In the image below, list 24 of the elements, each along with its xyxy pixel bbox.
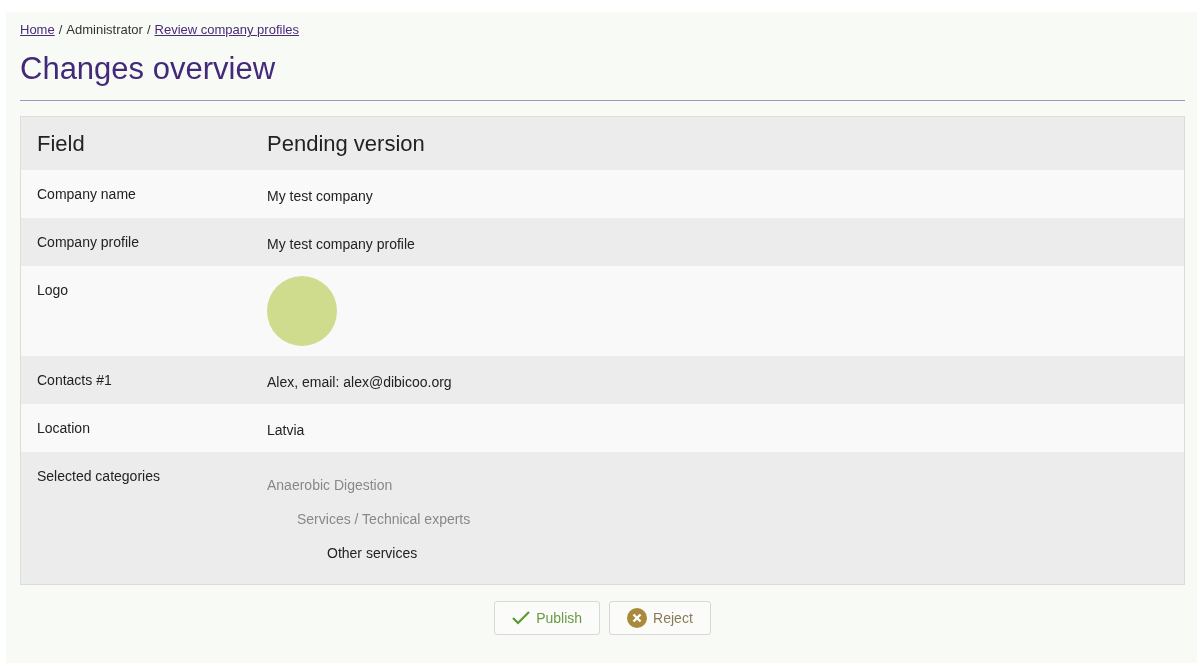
breadcrumb-separator: / bbox=[58, 21, 63, 39]
field-name: Selected categories bbox=[37, 467, 160, 485]
checkmark-icon bbox=[512, 611, 531, 625]
reject-button[interactable]: Reject bbox=[609, 601, 711, 635]
field-value: My test company bbox=[267, 187, 373, 205]
field-value: My test company profile bbox=[267, 235, 415, 253]
breadcrumb-link[interactable]: Home bbox=[20, 20, 55, 40]
field-name: Contacts #1 bbox=[37, 371, 112, 389]
breadcrumb-item: Administrator bbox=[66, 21, 143, 39]
field-name: Company profile bbox=[37, 233, 139, 251]
category-label: Services / Technical experts bbox=[297, 510, 471, 529]
category-label: Other services bbox=[327, 544, 418, 563]
field-value: Latvia bbox=[267, 421, 305, 439]
field-name: Location bbox=[37, 419, 90, 437]
category-label: Anaerobic Digestion bbox=[267, 476, 393, 495]
field-value: Alex, email: alex@dibicoo.org bbox=[267, 373, 452, 391]
column-header: Field bbox=[37, 131, 85, 156]
breadcrumb-link[interactable]: Review company profiles bbox=[154, 20, 300, 40]
field-name: Company name bbox=[37, 185, 136, 203]
breadcrumb-separator: / bbox=[146, 21, 151, 39]
field-name: Logo bbox=[37, 281, 69, 299]
page-title: Changes overview bbox=[20, 49, 276, 88]
column-header: Pending version bbox=[267, 131, 425, 156]
close-circle-icon bbox=[627, 608, 648, 628]
